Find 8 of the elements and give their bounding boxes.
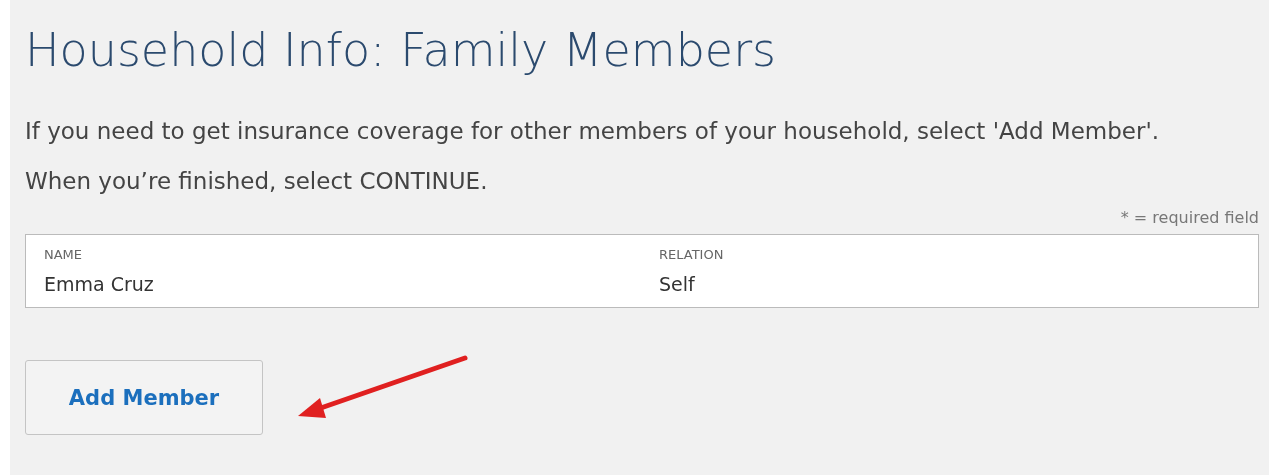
add-member-button[interactable]: Add Member	[25, 360, 263, 435]
intro-text: If you need to get insurance coverage for other members of your household, select 'Add Member'. When you’re finished, select CONTINUE.	[25, 117, 1161, 196]
table-cell-text: Self	[659, 272, 695, 297]
column-header: RELATION	[659, 246, 724, 264]
required-field-note: * = required field	[1120, 207, 1259, 229]
table-cell-text: Emma Cruz	[44, 272, 154, 297]
page-title: Household Info: Family Members	[25, 22, 778, 79]
column-header: NAME	[44, 246, 83, 264]
